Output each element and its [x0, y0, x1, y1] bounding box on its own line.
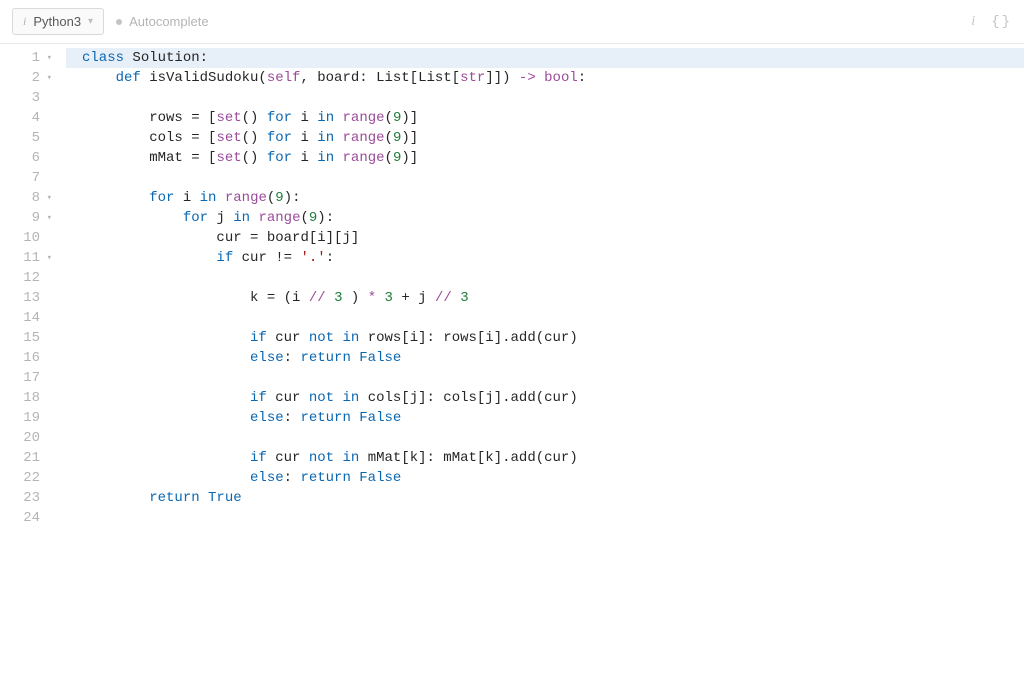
line-gutter: 1▾2▾345678▾9▾1011▾1213141516171819202122… [0, 44, 66, 699]
code-line[interactable]: if cur not in rows[i]: rows[i].add(cur) [82, 328, 1024, 348]
editor-toolbar: i Python3 ▾ Autocomplete i {} [0, 0, 1024, 44]
code-line[interactable]: if cur not in mMat[k]: mMat[k].add(cur) [82, 448, 1024, 468]
gutter-line: 18 [0, 388, 60, 408]
gutter-line: 9▾ [0, 208, 60, 228]
autocomplete-toggle[interactable]: Autocomplete [116, 14, 209, 29]
code-line[interactable]: rows = [set() for i in range(9)] [82, 108, 1024, 128]
info-icon: i [23, 14, 26, 29]
code-line[interactable]: if cur not in cols[j]: cols[j].add(cur) [82, 388, 1024, 408]
braces-icon[interactable]: {} [991, 14, 1012, 30]
gutter-line: 23 [0, 488, 60, 508]
code-line[interactable] [82, 88, 1024, 108]
code-line[interactable]: else: return False [82, 468, 1024, 488]
code-line[interactable]: k = (i // 3 ) * 3 + j // 3 [82, 288, 1024, 308]
info-icon[interactable]: i [971, 14, 975, 30]
gutter-line: 21 [0, 448, 60, 468]
fold-icon[interactable]: ▾ [44, 248, 52, 268]
code-line[interactable]: mMat = [set() for i in range(9)] [82, 148, 1024, 168]
code-line[interactable]: if cur != '.': [82, 248, 1024, 268]
code-line[interactable]: cur = board[i][j] [82, 228, 1024, 248]
gutter-line: 22 [0, 468, 60, 488]
code-line[interactable]: return True [82, 488, 1024, 508]
code-line[interactable] [82, 268, 1024, 288]
code-line[interactable] [82, 428, 1024, 448]
gutter-line: 13 [0, 288, 60, 308]
gutter-line: 4 [0, 108, 60, 128]
code-line[interactable] [82, 368, 1024, 388]
gutter-line: 19 [0, 408, 60, 428]
code-line[interactable]: class Solution: [66, 48, 1024, 68]
gutter-line: 14 [0, 308, 60, 328]
code-line[interactable] [82, 508, 1024, 528]
gutter-line: 6 [0, 148, 60, 168]
fold-icon[interactable]: ▾ [44, 48, 52, 68]
code-line[interactable]: for j in range(9): [82, 208, 1024, 228]
code-line[interactable]: cols = [set() for i in range(9)] [82, 128, 1024, 148]
chevron-down-icon: ▾ [88, 16, 93, 27]
code-area[interactable]: class Solution: def isValidSudoku(self, … [66, 44, 1024, 699]
fold-icon[interactable]: ▾ [44, 68, 52, 88]
gutter-line: 7 [0, 168, 60, 188]
gutter-line: 1▾ [0, 48, 60, 68]
gutter-line: 3 [0, 88, 60, 108]
autocomplete-label: Autocomplete [129, 14, 209, 29]
gutter-line: 2▾ [0, 68, 60, 88]
gutter-line: 17 [0, 368, 60, 388]
code-line[interactable]: else: return False [82, 348, 1024, 368]
gutter-line: 24 [0, 508, 60, 528]
gutter-line: 16 [0, 348, 60, 368]
code-editor[interactable]: 1▾2▾345678▾9▾1011▾1213141516171819202122… [0, 44, 1024, 699]
language-selector[interactable]: i Python3 ▾ [12, 8, 104, 35]
code-line[interactable] [82, 308, 1024, 328]
gutter-line: 5 [0, 128, 60, 148]
gutter-line: 11▾ [0, 248, 60, 268]
gutter-line: 12 [0, 268, 60, 288]
code-line[interactable]: for i in range(9): [82, 188, 1024, 208]
code-line[interactable] [82, 168, 1024, 188]
gutter-line: 20 [0, 428, 60, 448]
gutter-line: 10 [0, 228, 60, 248]
fold-icon[interactable]: ▾ [44, 208, 52, 228]
gutter-line: 8▾ [0, 188, 60, 208]
code-line[interactable]: def isValidSudoku(self, board: List[List… [82, 68, 1024, 88]
language-label: Python3 [33, 14, 81, 29]
gutter-line: 15 [0, 328, 60, 348]
fold-icon[interactable]: ▾ [44, 188, 52, 208]
status-dot-icon [116, 19, 122, 25]
code-line[interactable]: else: return False [82, 408, 1024, 428]
